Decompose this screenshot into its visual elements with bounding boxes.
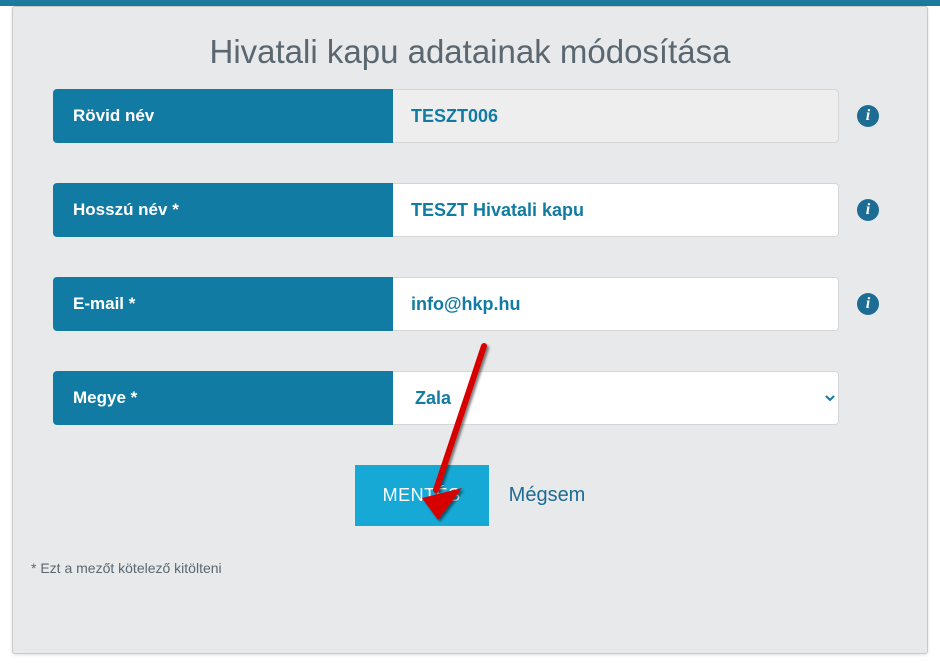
label-email: E-mail * bbox=[53, 277, 393, 331]
button-row: MENTÉS Mégsem bbox=[13, 465, 927, 526]
cancel-button[interactable]: Mégsem bbox=[509, 484, 586, 507]
label-short-name: Rövid név bbox=[53, 89, 393, 143]
label-long-name: Hosszú név * bbox=[53, 183, 393, 237]
row-short-name: Rövid név TESZT006 i bbox=[53, 89, 887, 143]
info-icon[interactable]: i bbox=[857, 105, 879, 127]
row-email: E-mail * info@hkp.hu i bbox=[53, 277, 887, 331]
value-short-name: TESZT006 bbox=[393, 89, 839, 143]
info-icon[interactable]: i bbox=[857, 199, 879, 221]
info-icon[interactable]: i bbox=[857, 293, 879, 315]
row-county: Megye * Zala bbox=[53, 371, 887, 425]
row-long-name: Hosszú név * TESZT Hivatali kapu i bbox=[53, 183, 887, 237]
value-long-name[interactable]: TESZT Hivatali kapu bbox=[393, 183, 839, 237]
page-title: Hivatali kapu adatainak módosítása bbox=[13, 7, 927, 89]
save-button[interactable]: MENTÉS bbox=[355, 465, 489, 526]
county-select-wrap: Zala bbox=[393, 371, 839, 425]
value-email[interactable]: info@hkp.hu bbox=[393, 277, 839, 331]
label-county: Megye * bbox=[53, 371, 393, 425]
required-footnote: * Ezt a mezőt kötelező kitölteni bbox=[13, 526, 927, 576]
edit-panel: Hivatali kapu adatainak módosítása Rövid… bbox=[12, 6, 928, 654]
county-select[interactable]: Zala bbox=[393, 372, 838, 424]
